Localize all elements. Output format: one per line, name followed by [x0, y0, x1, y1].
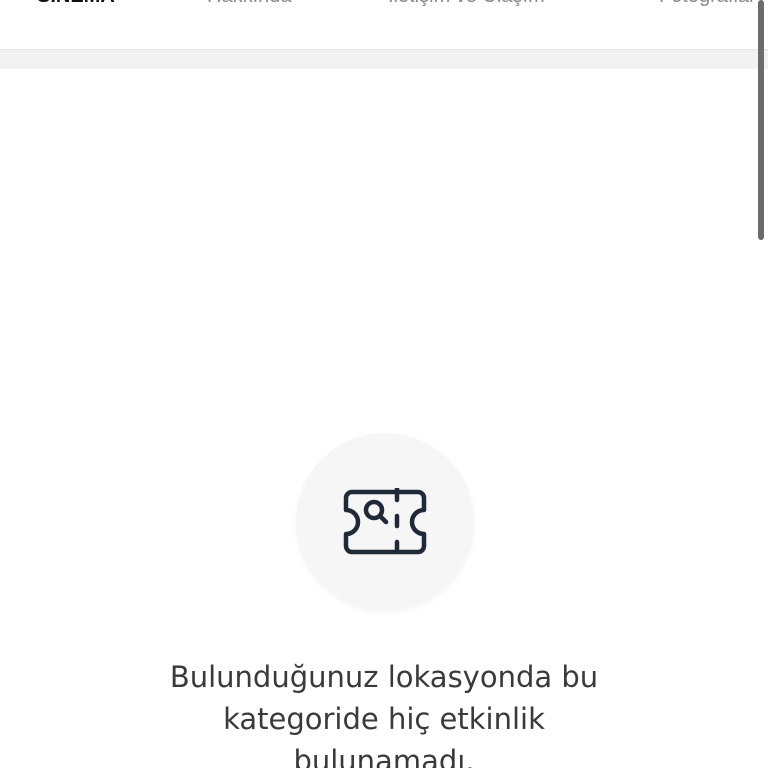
scrollbar[interactable]	[758, 0, 764, 240]
tab-hakkinda[interactable]: Hakkında	[207, 0, 292, 8]
tab-iletisim-ve-ulasim[interactable]: İletişim ve Ulaşım	[388, 0, 545, 8]
page: SİNEMA Hakkında İletişim ve Ulaşım Fotoğ…	[0, 0, 768, 768]
tab-sinema[interactable]: SİNEMA	[37, 0, 115, 8]
category-tab-bar: SİNEMA Hakkında İletişim ve Ulaşım Fotoğ…	[0, 0, 768, 50]
section-divider	[0, 50, 768, 69]
empty-state-message: Bulunduğunuz lokasyonda bu kategoride hi…	[169, 660, 599, 768]
tab-fotograflar[interactable]: Fotoğraflar	[659, 0, 756, 8]
ticket-search-icon	[343, 488, 427, 555]
